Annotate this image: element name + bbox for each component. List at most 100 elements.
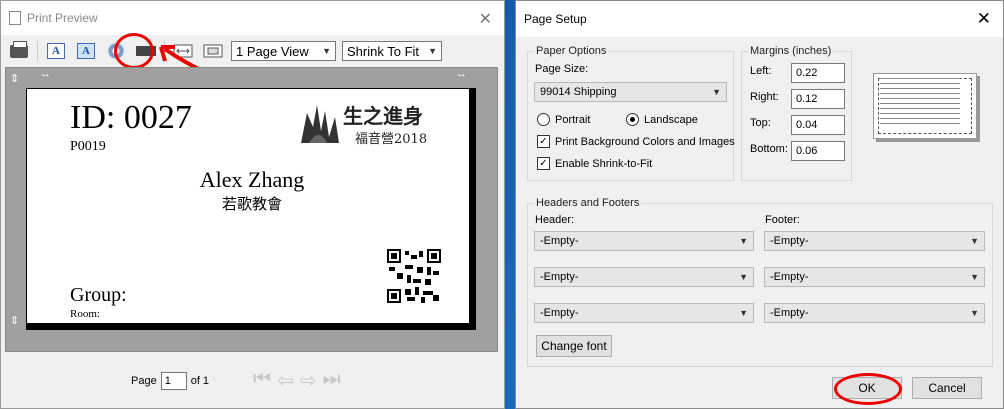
landscape-label: Landscape <box>644 113 698 126</box>
annotation-circle <box>834 373 902 405</box>
printer-icon <box>10 40 28 58</box>
last-page-icon[interactable]: ⏭ <box>323 368 341 393</box>
header-value-3: -Empty- <box>540 307 579 319</box>
prev-page-icon[interactable]: ⇦ <box>277 368 294 393</box>
card-group-label: Group: <box>70 284 127 306</box>
preview-toolbar: A A 1 Page View ▼ Shrink To Fit ▼ <box>1 37 504 65</box>
header-label: Header: <box>535 214 575 226</box>
print-background-label: Print Background Colors and Images <box>555 135 735 148</box>
preview-footer: Page 1 of 1 ⏮ ⇦ ⇨ ⏭ <box>1 353 504 408</box>
header-select-1[interactable]: -Empty- ▼ <box>534 231 754 251</box>
header-value-1: -Empty- <box>540 235 579 247</box>
font-a-selected-icon: A <box>77 43 95 59</box>
footer-select-2[interactable]: -Empty- ▼ <box>764 267 985 287</box>
badge-card: ID: 0027 P0019 生之進身 福音營2018 Alex Zhang 若… <box>26 88 476 330</box>
portrait-label: Portrait <box>555 113 591 126</box>
checkmark-icon: ✓ <box>537 135 550 148</box>
print-preview-window: Print Preview ✕ A A 1 Page View ▼ Shrink… <box>0 0 505 409</box>
page-navigation: ⏮ ⇦ ⇨ ⏭ <box>253 368 341 393</box>
page-number-input[interactable]: 1 <box>160 371 187 390</box>
logo-sub: 福音營2018 <box>355 131 427 147</box>
page-label: Page <box>131 374 157 387</box>
chevron-down-icon: ▼ <box>970 272 979 282</box>
change-font-button[interactable]: Change font <box>536 335 612 357</box>
card-name: Alex Zhang <box>199 167 305 192</box>
print-preview-title: Print Preview <box>27 11 98 25</box>
logo-text: 生之進身 <box>343 104 423 128</box>
text-lines <box>880 78 960 128</box>
document-icon <box>9 11 21 25</box>
portrait-radio[interactable]: Portrait <box>537 113 590 126</box>
camp-logo-icon: 生之進身 福音營2018 <box>301 104 427 147</box>
margin-handle-icon[interactable]: ↔ <box>40 68 51 80</box>
shrink-to-fit-label: Enable Shrink-to-Fit <box>555 157 653 170</box>
paper-options-label: Paper Options <box>536 45 607 57</box>
footer-select-1[interactable]: -Empty- ▼ <box>764 231 985 251</box>
headers-footers-label: Headers and Footers <box>536 197 640 209</box>
font-size-large-button[interactable]: A <box>74 40 98 62</box>
landscape-radio-button <box>626 113 639 126</box>
preview-canvas[interactable]: ⇕ ↔ ↔ ⇕ ID: 0027 P0019 生之進身 福音營2018 Alex… <box>5 67 498 352</box>
footer-value-1: -Empty- <box>770 235 809 247</box>
header-value-2: -Empty- <box>540 271 579 283</box>
page-setup-dialog: Page Setup ✕ Paper Options Page Size: 99… <box>515 0 1004 409</box>
bottom-margin-label: Bottom: <box>750 143 788 155</box>
right-margin-label: Right: <box>750 91 779 103</box>
first-page-icon[interactable]: ⏮ <box>253 368 271 393</box>
page-view-select[interactable]: 1 Page View ▼ <box>231 41 336 61</box>
left-margin-input[interactable]: 0.22 <box>791 63 845 83</box>
card-room-label: Room: <box>70 308 100 320</box>
fit-select[interactable]: Shrink To Fit ▼ <box>342 41 442 61</box>
margins-label: Margins (inches) <box>750 45 832 57</box>
right-margin-input[interactable]: 0.12 <box>791 89 845 109</box>
checkmark-icon: ✓ <box>537 157 550 170</box>
landscape-radio[interactable]: Landscape <box>626 113 698 126</box>
print-button[interactable] <box>7 40 31 62</box>
page-size-select[interactable]: 99014 Shipping ▼ <box>534 82 727 102</box>
chevron-down-icon: ▼ <box>322 46 331 56</box>
footer-value-3: -Empty- <box>770 307 809 319</box>
shrink-to-fit-checkbox[interactable]: ✓ Enable Shrink-to-Fit <box>537 157 652 170</box>
cancel-button[interactable]: Cancel <box>912 377 982 399</box>
header-select-3[interactable]: -Empty- ▼ <box>534 303 754 323</box>
page-setup-titlebar: Page Setup ✕ <box>516 1 1003 37</box>
font-size-small-button[interactable]: A <box>44 40 68 62</box>
font-a-icon: A <box>47 43 65 59</box>
close-icon[interactable]: ✕ <box>977 9 991 29</box>
card-id: ID: 0027 <box>70 99 192 136</box>
qr-code-icon <box>387 249 441 303</box>
fit-value: Shrink To Fit <box>347 43 420 59</box>
footer-select-3[interactable]: -Empty- ▼ <box>764 303 985 323</box>
margin-handle-icon[interactable]: ↔ <box>456 68 467 80</box>
chevron-down-icon: ▼ <box>970 236 979 246</box>
header-select-2[interactable]: -Empty- ▼ <box>534 267 754 287</box>
page-view-value: 1 Page View <box>236 43 309 59</box>
card-church: 若歌教會 <box>221 195 282 213</box>
chevron-down-icon: ▼ <box>712 87 721 97</box>
toolbar-separator <box>37 41 38 61</box>
close-icon[interactable]: ✕ <box>479 9 492 29</box>
left-margin-label: Left: <box>750 65 772 77</box>
resize-handle-icon[interactable]: ⇕ <box>10 314 19 327</box>
footer-label: Footer: <box>765 214 800 226</box>
print-preview-titlebar: Print Preview ✕ <box>1 1 504 35</box>
portrait-radio-button <box>537 113 550 126</box>
page-count-label: of 1 <box>190 374 210 387</box>
chevron-down-icon: ▼ <box>739 236 748 246</box>
next-page-icon[interactable]: ⇨ <box>300 368 317 393</box>
top-margin-label: Top: <box>750 117 771 129</box>
footer-value-2: -Empty- <box>770 271 809 283</box>
bottom-margin-input[interactable]: 0.06 <box>791 141 845 161</box>
page-preview-thumbnail <box>873 73 977 139</box>
card-code: P0019 <box>70 139 106 154</box>
print-background-checkbox[interactable]: ✓ Print Background Colors and Images <box>537 135 735 148</box>
annotation-circle <box>114 33 154 69</box>
chevron-down-icon: ▼ <box>739 308 748 318</box>
chevron-down-icon: ▼ <box>428 46 437 56</box>
resize-handle-icon[interactable]: ⇕ <box>10 72 19 85</box>
page-size-label: Page Size: <box>535 63 589 75</box>
page-setup-title: Page Setup <box>524 12 587 26</box>
page-size-value: 99014 Shipping <box>540 86 617 98</box>
top-margin-input[interactable]: 0.04 <box>791 115 845 135</box>
chevron-down-icon: ▼ <box>970 308 979 318</box>
